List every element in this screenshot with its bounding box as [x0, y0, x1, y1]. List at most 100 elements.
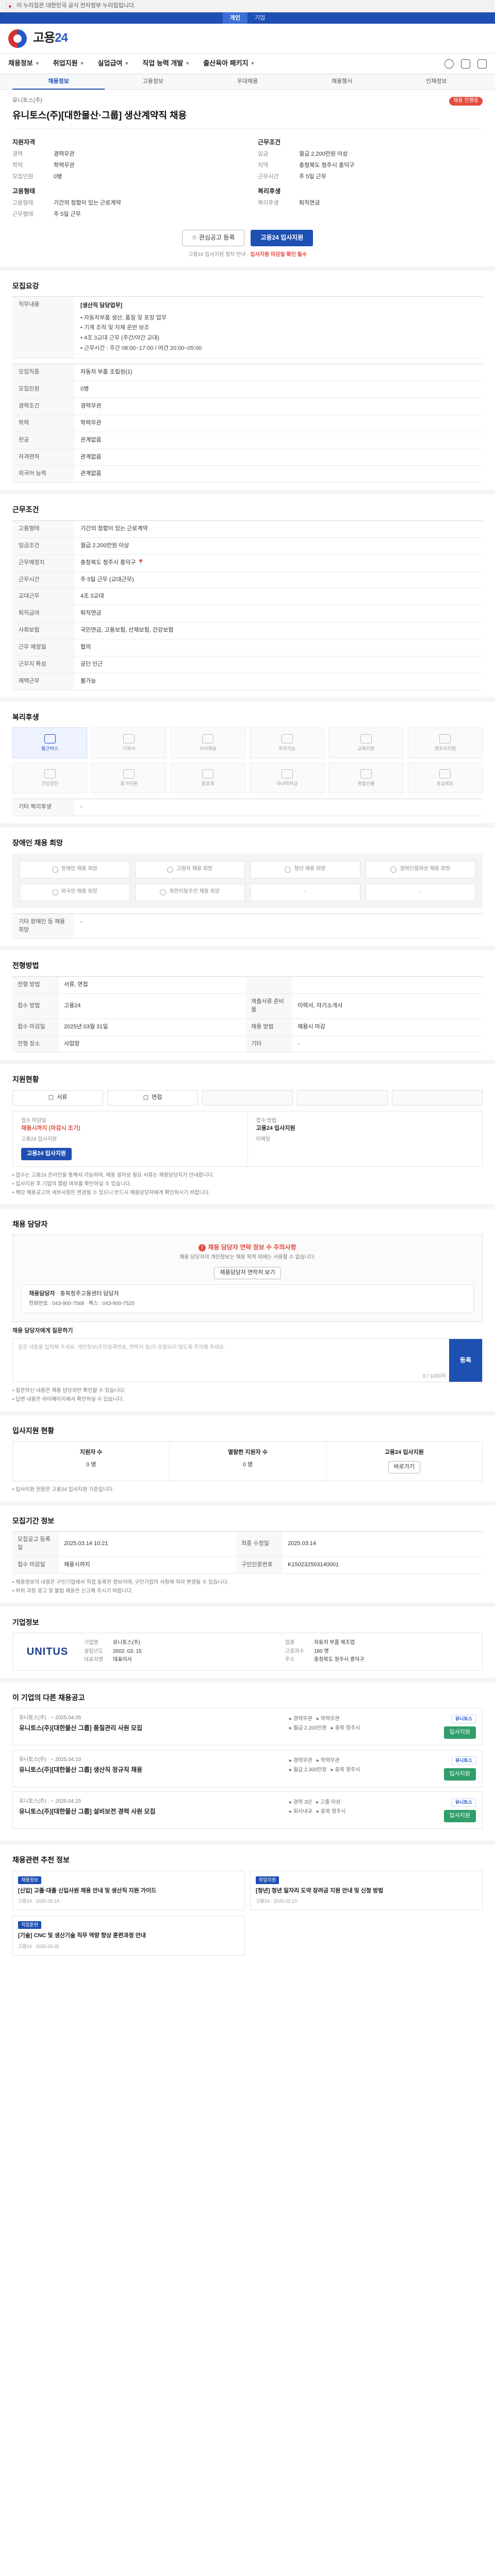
subnav-item-preferred[interactable]: 우대채용	[201, 78, 293, 86]
apply-button-2[interactable]: 고용24 입사지원	[21, 1147, 72, 1160]
process-section: 전형방법 전형 방법 서류, 면접 접수 방법 고용24 제출서류 준비물 이력서, 자…	[0, 950, 495, 1060]
section-title: 지원현황	[12, 1075, 39, 1084]
company-logo: UNITUS	[26, 1646, 69, 1657]
company-name[interactable]: 유니토스(주)	[12, 97, 42, 105]
section-title: 이 기업의 다른 채용공고	[12, 1693, 85, 1702]
hire-pref-item: -	[250, 883, 360, 901]
sub-nav: 채용정보 고용정보 우대채용 채용행사 인재정보	[0, 74, 495, 90]
company-box: UNITUS 기업명 유니토스(주) 업종 자동차 부품 제조업 설립년도 2002.…	[12, 1633, 483, 1671]
section-title: 채용 담당자	[12, 1219, 48, 1228]
subnav-item-employment[interactable]: 고용정보	[107, 78, 199, 86]
welfare-icon	[360, 769, 372, 778]
show-contact-button[interactable]: 채용담당자 연락처 보기	[214, 1266, 281, 1279]
list-item[interactable]: 유니토스(주) · ~ 2025.04.15 유니토스(주)[대한물산 그룹] 설…	[12, 1791, 483, 1829]
gov-banner: 이 누리집은 대한민국 공식 전자정부 누리집입니다.	[0, 0, 495, 12]
step-item: ▢ 면접	[107, 1090, 198, 1106]
tab-company[interactable]: 기업	[248, 12, 272, 24]
hire-pref-section: 장애인 채용 희망 장애인 채용 희망 고령자 채용 희망 청년 채용 희망 경…	[0, 827, 495, 946]
chevron-down-icon: ▼	[35, 60, 40, 66]
welfare-icon	[44, 769, 56, 778]
nav-item-benefit[interactable]: 실업급여 ▼	[98, 59, 129, 69]
welfare-icon	[202, 769, 214, 778]
go-apply-button[interactable]: 바로가기	[388, 1461, 421, 1473]
section-title: 장애인 채용 희망	[12, 839, 63, 848]
header-tools	[444, 59, 487, 69]
news-card[interactable]: 취업지원 [청년] 청년 일자리 도약 장려금 지원 안내 및 신청 방법 고용24…	[250, 1870, 483, 1911]
gov-banner-text: 이 누리집은 대한민국 공식 전자정부 누리집입니다.	[16, 2, 136, 9]
hire-pref-item: 북한이탈주민 채용 희망	[135, 883, 245, 901]
summary-notice: 고용24 입사지원 절차 안내 · 입사지원 마감일 확인 필수	[188, 252, 307, 258]
recruit-list: 유니토스(주) · ~ 2025.04.05 유니토스(주)[대한물산 그룹] 품…	[12, 1708, 483, 1829]
welfare-icon	[439, 734, 451, 743]
nav-item-training[interactable]: 직업 능력 개발 ▼	[142, 59, 190, 69]
summary-grid: 지원자격 경력 경력무관 학력 학력무관 모집인원 0명 고용형태 고용형태 기간의 정…	[12, 128, 483, 221]
chat-icon: ▢	[143, 1094, 149, 1100]
tab-personal[interactable]: 개인	[222, 12, 248, 24]
welfare-item: 식사제공	[170, 727, 245, 759]
star-icon: ☆	[191, 234, 199, 242]
goyong24-logo-icon[interactable]	[8, 29, 27, 48]
interest-button[interactable]: ☆ 관심공고 등록	[182, 230, 245, 247]
chevron-down-icon: ▼	[124, 60, 129, 66]
hire-pref-item: 장애인 채용 희망	[20, 860, 130, 878]
company-info: 기업명 유니토스(주) 업종 자동차 부품 제조업 설립년도 2002. 03. 15…	[84, 1640, 365, 1663]
user-icon[interactable]	[461, 59, 470, 69]
job-summary: 유니토스(주) 채용 진행중 유니토스(주)[대한물산·그룹] 생산계약직 채용…	[0, 90, 495, 266]
recruit-table: 모집직종 자동차 부품 조립원(1) 모집인원 0명 경력조건 경력무관 학력 학력무관…	[12, 363, 483, 483]
hire-pref-item: 경력단절여성 채용 희망	[365, 860, 475, 878]
hire-pref-item: 외국인 채용 희망	[20, 883, 130, 901]
apply-button[interactable]: 입사지원	[443, 1810, 476, 1823]
news-grid: 채용정보 [신입] 고졸·대졸 신입사원 채용 안내 및 생산직 지원 가이드 고용…	[12, 1870, 483, 1956]
nav-item-jobs[interactable]: 채용정보 ▼	[8, 59, 40, 69]
company-logo: 유니토스	[451, 1798, 476, 1807]
section-title: 입사지원 현황	[12, 1426, 55, 1435]
recommend-section: 채용관련 추천 정보 채용정보 [신입] 고졸·대졸 신입사원 채용 안내 및 생…	[0, 1844, 495, 1962]
subnav-item-jobs[interactable]: 채용정보	[12, 74, 105, 90]
apply-panel: 접수 마감일 채용시까지 (마감시 조기) 고용24 입사지원 고용24 입사지…	[12, 1110, 483, 1167]
taegukgi-icon	[6, 3, 13, 9]
welfare-item: 자녀학자금	[249, 762, 325, 794]
section-title: 기업정보	[12, 1618, 39, 1627]
hire-pref-grid: 장애인 채용 희망 고령자 채용 희망 청년 채용 희망 경력단절여성 채용 희…	[12, 853, 483, 908]
nav-item-parenting[interactable]: 출산육아 패키지 ▼	[203, 59, 255, 69]
list-item[interactable]: 유니토스(주) · ~ 2025.04.05 유니토스(주)[대한물산 그룹] 품…	[12, 1708, 483, 1746]
work-section: 근무조건 고용형태 기간의 정함이 있는 근로계약 임금조건 월급 2,200만원 …	[0, 494, 495, 698]
inquiry-notes: • 질문하신 내용은 채용 담당자만 확인할 수 있습니다. • 답변 내용은 …	[12, 1387, 125, 1402]
welfare-icon	[360, 734, 372, 743]
welfare-icon	[439, 769, 451, 778]
person-icon	[285, 866, 291, 873]
subnav-item-events[interactable]: 채용행사	[296, 78, 388, 86]
list-item[interactable]: 유니토스(주) · ~ 2025.04.10 유니토스(주)[대한물산 그룹] 생…	[12, 1750, 483, 1788]
summary-buttons: ☆ 관심공고 등록 고용24 입사지원	[12, 230, 483, 247]
site-logo[interactable]: 고용24	[33, 29, 68, 47]
logo-row: 고용24	[0, 24, 495, 54]
inquiry-submit-button[interactable]: 등록	[449, 1339, 482, 1382]
apply-notes: • 접수는 고용24 온라인을 통해서 가능하며, 채용 절차상 필요 서류는 …	[12, 1172, 214, 1196]
period-table: 모집공고 등록일 2025.03.14 10:21 최종 수정일 2025.03.14…	[12, 1531, 483, 1574]
page-title: 유니토스(주)[대한물산·그룹] 생산계약직 채용	[12, 110, 187, 121]
apply-section: 지원현황 ▢ 서류 ▢ 면접 접수 마감일 채용시까지 (마감시 조기) 고용24 …	[0, 1064, 495, 1204]
person-icon	[390, 866, 397, 873]
work-table: 고용형태 기간의 정함이 있는 근로계약 임금조건 월급 2,200만원 이상 근무…	[12, 520, 483, 691]
inquiry-input[interactable]: 질문 내용을 입력해 주세요. 개인정보(주민등록번호, 연락처 등)가 포함되…	[13, 1339, 449, 1372]
nav-item-support[interactable]: 취업지원 ▼	[53, 59, 85, 69]
person-icon	[52, 866, 58, 873]
menu-icon[interactable]	[477, 59, 487, 69]
welfare-item: 기숙사	[91, 727, 167, 759]
chevron-down-icon: ▼	[79, 60, 85, 66]
news-card[interactable]: 직업훈련 [기술] CNC 및 생산기술 직무 역량 향상 훈련과정 안내 고용24…	[12, 1916, 245, 1956]
search-icon[interactable]	[444, 59, 454, 69]
subnav-item-talent[interactable]: 인재정보	[390, 78, 483, 86]
welfare-item: 건강검진	[12, 762, 88, 794]
apply-button[interactable]: 고용24 입사지원	[251, 230, 314, 247]
welfare-icon	[281, 769, 293, 778]
welfare-item: 명절선물	[328, 762, 404, 794]
step-item: ▢ 서류	[12, 1090, 103, 1106]
apply-button[interactable]: 입사지원	[443, 1768, 476, 1781]
main-nav: 채용정보 ▼ 취업지원 ▼ 실업급여 ▼ 직업 능력 개발 ▼ 출산육아 패키지 ▼	[0, 54, 495, 74]
welfare-icon	[44, 734, 56, 743]
map-link[interactable]: 📍	[137, 560, 144, 566]
apply-button[interactable]: 입사지원	[443, 1726, 476, 1739]
welfare-item: 통근버스	[12, 727, 88, 759]
news-card[interactable]: 채용정보 [신입] 고졸·대졸 신입사원 채용 안내 및 생산직 지원 가이드 고용…	[12, 1870, 245, 1911]
